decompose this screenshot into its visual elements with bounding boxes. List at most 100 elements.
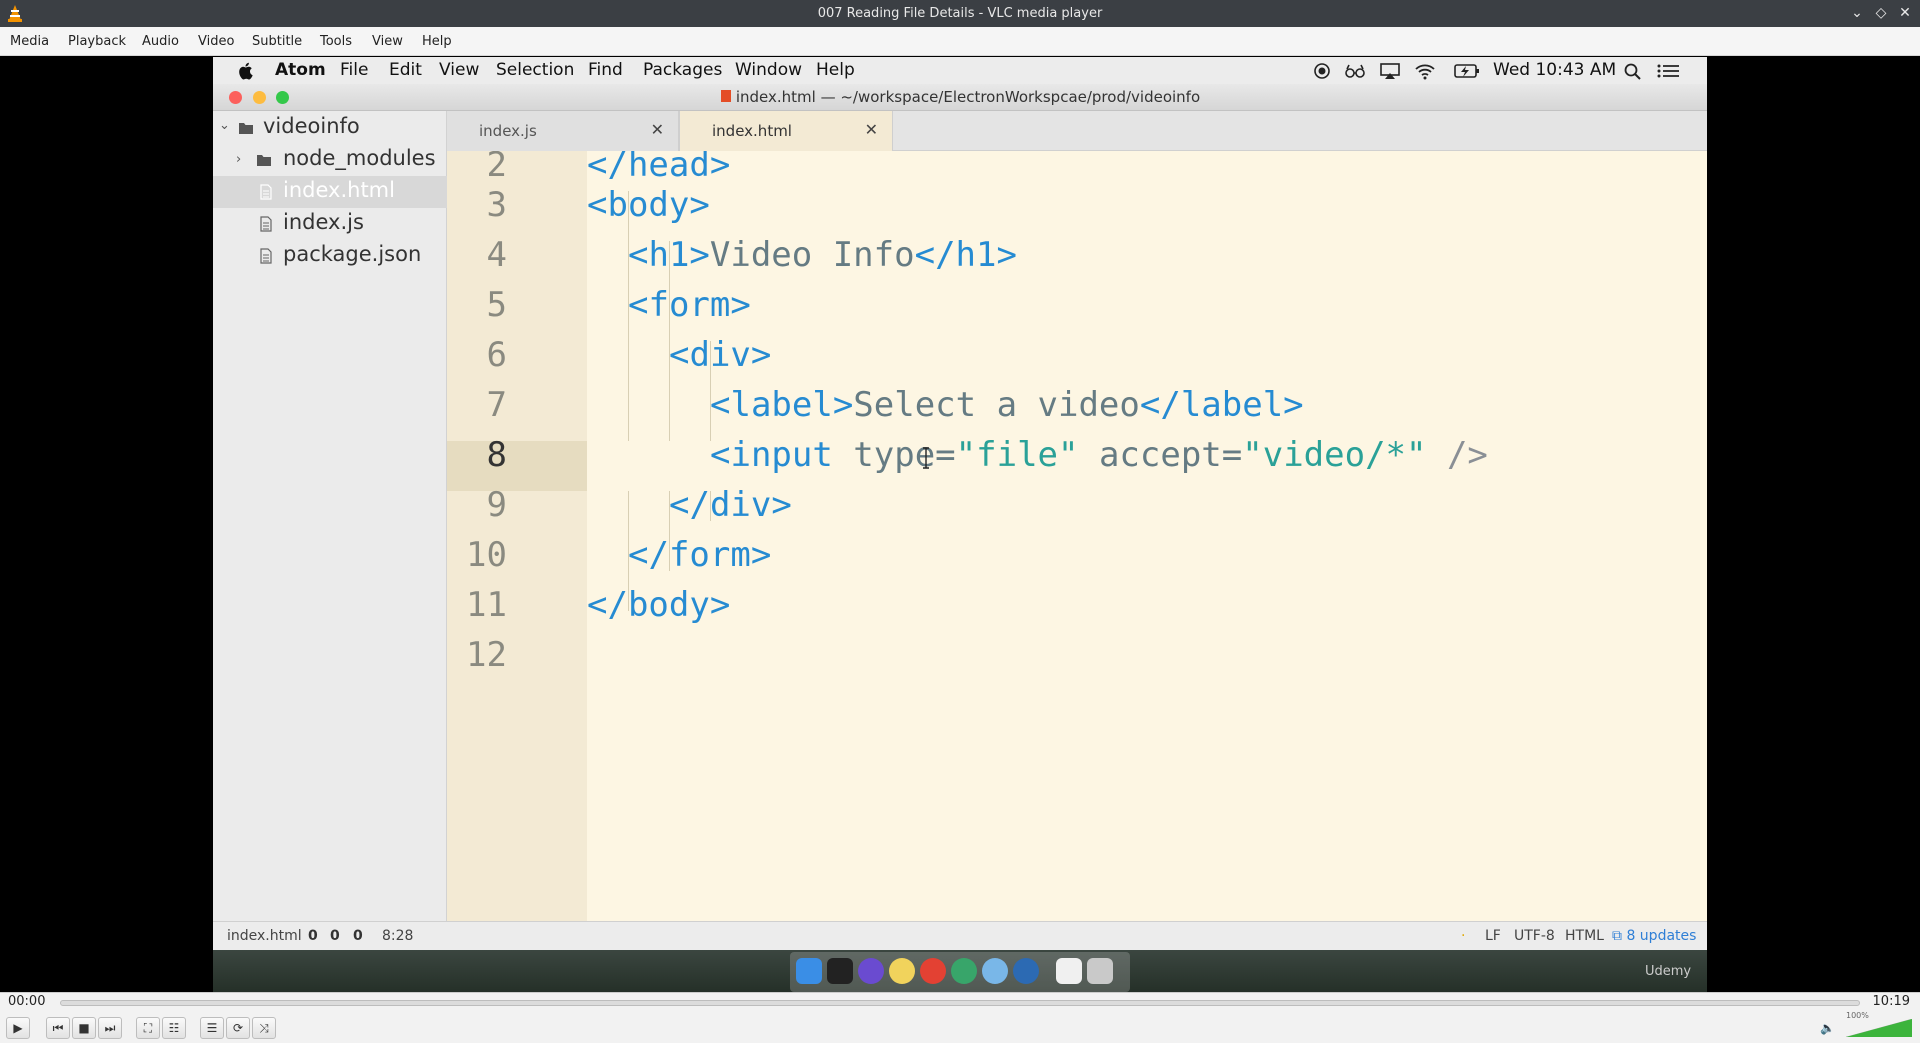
shuffle-button[interactable]: ⤨ [252,1017,276,1039]
code-token: <form> [628,285,751,325]
line-number-current: 8 [486,435,507,475]
fullscreen-button[interactable]: ⛶ [136,1017,160,1039]
vlc-title-bar: 007 Reading File Details - VLC media pla… [0,0,1920,27]
vlc-menu-bar: Media Playback Audio Video Subtitle Tool… [0,27,1920,56]
speaker-icon[interactable]: 🔈 [1820,1021,1835,1035]
code-line-8: <input type="file" accept="video/*" /> [710,435,1488,485]
tab-close-icon[interactable]: ✕ [651,120,664,139]
glasses-icon[interactable] [1344,61,1366,81]
menu-audio[interactable]: Audio [142,34,179,49]
mac-menu-selection[interactable]: Selection [496,60,574,80]
volume-slider[interactable] [1846,1019,1912,1037]
next-icon: ⏭ [104,1021,116,1035]
status-file-name[interactable]: index.html [227,928,302,944]
mac-menu-view[interactable]: View [439,60,479,80]
text-cursor-icon [923,447,929,469]
previous-icon: ⏮ [52,1021,64,1035]
menu-help[interactable]: Help [422,34,452,49]
wifi-icon[interactable] [1414,61,1436,81]
mac-menu-bar: Atom File Edit View Selection Find Packa… [213,57,1707,84]
network-app-icon[interactable] [951,958,977,984]
line-number: 12 [466,635,507,675]
menu-view[interactable]: View [372,34,403,49]
record-icon[interactable] [1311,61,1333,81]
chrome-icon[interactable] [920,958,946,984]
code-token: </body> [587,585,731,625]
menu-subtitle[interactable]: Subtitle [252,34,302,49]
loop-button[interactable]: ⟳ [226,1017,250,1039]
next-button[interactable]: ⏭ [98,1017,122,1039]
mac-menu-find[interactable]: Find [588,60,623,80]
trash-icon[interactable] [1087,958,1113,984]
code-token: </div> [669,485,792,525]
mac-menu-window[interactable]: Window [735,60,802,80]
tab-index-js[interactable]: index.js ✕ [447,111,679,151]
code-line-7: <label>Select a video</label> [710,385,1304,435]
atom-window-title: index.html — ~/workspace/ElectronWorkspc… [213,88,1707,106]
smiley-app-icon[interactable] [889,958,915,984]
tree-item-index-js[interactable]: index.js [213,208,447,240]
menu-playback[interactable]: Playback [68,34,126,49]
terminal-icon[interactable] [827,958,853,984]
mac-clock: Wed 10:43 AM [1493,60,1617,80]
status-line-ending[interactable]: LF [1485,928,1501,944]
mac-menu-packages[interactable]: Packages [643,60,722,80]
code-line-5: <form> [628,285,751,335]
line-number: 6 [486,335,507,375]
status-count-warnings[interactable]: 0 [330,928,340,944]
line-number: 2 [486,151,507,185]
tree-item-node-modules[interactable]: › node_modules [213,144,447,176]
documents-icon[interactable] [1056,958,1082,984]
finder-icon[interactable] [796,958,822,984]
safari-icon[interactable] [982,958,1008,984]
equalizer-icon: ☷ [168,1021,180,1035]
menu-video[interactable]: Video [198,34,234,49]
folder-icon [257,155,271,166]
tree-item-index-html[interactable]: index.html [213,176,447,208]
mac-menu-help[interactable]: Help [816,60,855,80]
menu-media[interactable]: Media [10,34,49,49]
previous-button[interactable]: ⏮ [46,1017,70,1039]
code-line-10: </form> [628,535,771,585]
spotlight-search-icon[interactable] [1622,61,1644,81]
quicktime-icon[interactable] [1013,958,1039,984]
tab-close-icon[interactable]: ✕ [865,120,878,139]
code-token: "video/*" [1242,435,1427,475]
folder-icon [239,123,253,134]
play-button[interactable]: ▶ [6,1017,30,1039]
mac-menu-atom[interactable]: Atom [275,60,326,80]
tree-item-package-json[interactable]: package.json [213,240,447,272]
status-count-info[interactable]: 0 [353,928,363,944]
tab-index-html[interactable]: index.html ✕ [679,111,893,151]
text-editor[interactable]: 2 3 4 5 6 7 8 9 10 11 12 </head> <body> … [447,151,1707,921]
html-file-icon [720,90,731,102]
notification-center-icon[interactable] [1656,61,1682,81]
status-cursor-position[interactable]: 8:28 [382,928,413,944]
close-icon[interactable]: ✕ [1895,3,1915,23]
chevron-right-icon: › [236,152,242,167]
maximize-icon[interactable]: ◇ [1871,3,1891,23]
playlist-button[interactable]: ☰ [200,1017,224,1039]
volume-level-fill [1846,1019,1912,1037]
minimize-icon[interactable]: ⌄ [1847,3,1867,23]
menu-tools[interactable]: Tools [320,34,352,49]
udemy-watermark: Udemy [1645,964,1692,979]
status-grammar[interactable]: HTML [1565,928,1604,944]
line-number: 4 [486,235,507,275]
volume-control[interactable]: 🔈 100% [1820,1011,1915,1039]
status-count-errors[interactable]: 0 [308,928,318,944]
apple-logo-icon [239,62,253,80]
tree-root-folder[interactable]: ⌄ videoinfo [213,112,447,144]
file-icon [260,216,272,232]
status-updates[interactable]: ⧉ 8 updates [1612,928,1696,944]
status-encoding[interactable]: UTF-8 [1514,928,1555,944]
battery-charging-icon[interactable] [1453,61,1481,81]
atom-app-icon[interactable] [858,958,884,984]
extended-settings-button[interactable]: ☷ [162,1017,186,1039]
code-token: </h1> [914,235,1017,275]
seek-slider[interactable] [60,1000,1860,1006]
mac-menu-file[interactable]: File [340,60,368,80]
stop-button[interactable]: ■ [72,1017,96,1039]
mac-menu-edit[interactable]: Edit [389,60,422,80]
airplay-icon[interactable] [1379,61,1401,81]
